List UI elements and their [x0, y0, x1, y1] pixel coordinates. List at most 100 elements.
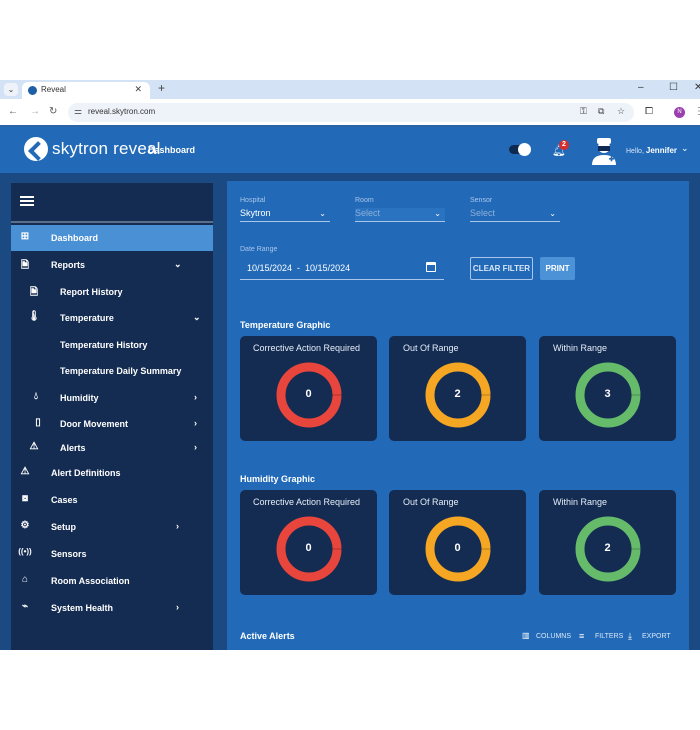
sidebar-item-setup[interactable]: ⚙︎ Setup ›	[11, 514, 213, 540]
sidebar-item-report-history[interactable]: 🗎 Report History	[11, 279, 213, 305]
filters-button[interactable]: FILTERS	[595, 633, 623, 640]
bookmark-star-icon[interactable]: ☆	[617, 106, 625, 117]
url-text[interactable]: reveal.skytron.com	[88, 107, 155, 116]
status-card[interactable]: Corrective Action Required 0	[240, 336, 377, 441]
columns-icon[interactable]: ▥	[522, 631, 530, 640]
app-header: skytron reveal Dashboard 🔔︎ 2 Hello, Jenn…	[0, 127, 700, 173]
minimize-button[interactable]: –	[638, 82, 644, 93]
warning-icon: ⚠︎	[20, 466, 30, 477]
chevron-right-icon: ›	[176, 602, 179, 612]
new-tab-button[interactable]: +	[158, 81, 165, 95]
sidebar-item-temperature[interactable]: 🌡︎ Temperature ⌄	[11, 305, 213, 331]
active-alerts-title: Active Alerts	[240, 631, 295, 641]
humidity-section-title: Humidity Graphic	[240, 474, 316, 484]
sidebar-item-humidity[interactable]: 💧︎ Humidity ›	[11, 385, 213, 411]
menu-kebab-icon[interactable]: ⋮	[694, 106, 700, 117]
chevron-down-icon: ⌄	[434, 209, 441, 218]
room-label: Room	[355, 197, 374, 204]
sidebar-item-alerts[interactable]: ⚠︎ Alerts ›	[11, 435, 213, 461]
extensions-icon[interactable]: ⧠	[645, 106, 653, 117]
tab-strip: ⌄ Reveal ✕ + – ☐ ✕	[0, 80, 700, 99]
hospital-value: Skytron	[240, 208, 271, 218]
report-icon: 🗎	[29, 287, 39, 298]
close-tab-icon[interactable]: ✕	[134, 84, 142, 95]
forward-button[interactable]: →	[30, 106, 40, 117]
sidebar-item-alert-definitions[interactable]: ⚠︎ Alert Definitions	[11, 460, 213, 486]
date-range-value: 10/15/2024 - 10/15/2024	[247, 263, 351, 273]
clear-filter-button[interactable]: CLEAR FILTER	[470, 257, 533, 280]
sidebar-label: Temperature	[60, 313, 114, 323]
card-label: Corrective Action Required	[253, 343, 361, 353]
favicon-icon	[28, 86, 37, 95]
browser-tab[interactable]: Reveal ✕	[22, 82, 150, 99]
reload-button[interactable]: ↻	[49, 106, 57, 117]
sensor-icon: ((•))	[18, 547, 32, 556]
gear-icon: ⚙︎	[20, 520, 30, 531]
install-app-icon[interactable]: ⧉	[598, 106, 604, 117]
chevron-right-icon: ›	[194, 442, 197, 452]
user-avatar-icon[interactable]	[591, 137, 617, 165]
sidebar-item-sensors[interactable]: ((•)) Sensors	[11, 541, 213, 567]
card-count: 2	[604, 542, 611, 554]
sensor-select[interactable]: Select ⌄	[470, 208, 560, 222]
export-icon[interactable]: ⤓	[628, 631, 632, 642]
sidebar-label: System Health	[51, 603, 114, 613]
chevron-right-icon: ›	[194, 392, 197, 402]
status-card[interactable]: Corrective Action Required 0	[240, 490, 377, 595]
maximize-button[interactable]: ☐	[669, 82, 678, 93]
status-card[interactable]: Within Range 3	[539, 336, 676, 441]
page-title: Dashboard	[148, 145, 196, 155]
site-info-icon[interactable]: ⚌	[74, 106, 82, 117]
card-count: 3	[604, 388, 611, 400]
status-card[interactable]: Within Range 2	[539, 490, 676, 595]
sidebar-label: Dashboard	[51, 233, 99, 243]
filter-icon[interactable]: ≡	[579, 631, 584, 641]
sidebar-item-temperature-daily-summary[interactable]: Temperature Daily Summary	[11, 358, 213, 384]
columns-button[interactable]: COLUMNS	[536, 633, 571, 640]
address-toolbar: ← → ↻ ⚌ reveal.skytron.com ⚿ ⧉ ☆ ⧠ N ⋮	[0, 99, 700, 127]
calendar-icon[interactable]	[426, 262, 436, 272]
status-card[interactable]: Out Of Range 2	[389, 336, 526, 441]
sidebar-label: Humidity	[60, 393, 99, 403]
card-label: Within Range	[553, 343, 608, 353]
chevron-down-icon: ⌄	[319, 209, 326, 218]
sidebar-label: Room Association	[51, 576, 130, 586]
sidebar-item-temperature-history[interactable]: Temperature History	[11, 332, 213, 358]
notification-badge: 2	[559, 140, 569, 150]
sidebar-label: Reports	[51, 260, 86, 270]
card-label: Out Of Range	[403, 497, 459, 507]
sidebar-item-dashboard[interactable]: ⊞ Dashboard	[11, 225, 213, 251]
tab-search-button[interactable]: ⌄	[4, 83, 18, 96]
sidebar-label: Temperature History	[60, 340, 148, 350]
close-window-button[interactable]: ✕	[694, 82, 700, 93]
status-card[interactable]: Out Of Range 0	[389, 490, 526, 595]
report-icon: 🗎	[20, 260, 30, 271]
sidebar-item-system-health[interactable]: ⌁ System Health ›	[11, 595, 213, 621]
theme-toggle[interactable]	[509, 143, 531, 156]
export-button[interactable]: EXPORT	[642, 633, 671, 640]
sidebar-item-cases[interactable]: ⧇ Cases	[11, 487, 213, 513]
room-select[interactable]: Select ⌄	[355, 208, 445, 222]
profile-avatar[interactable]: N	[674, 107, 685, 118]
print-button[interactable]: PRINT	[540, 257, 575, 280]
sidebar-item-door-movement[interactable]: ▯ Door Movement ›	[11, 411, 213, 437]
temperature-section-title: Temperature Graphic	[240, 320, 331, 330]
sensor-placeholder: Select	[470, 208, 496, 218]
thermometer-icon: 🌡︎	[27, 311, 41, 322]
active-alerts-toolbar: Active Alerts ▥ COLUMNS ≡ FILTERS ⤓ EXPO…	[240, 625, 677, 650]
sidebar-item-room-association[interactable]: ⌂ Room Association	[11, 568, 213, 594]
address-bar[interactable]: ⚌ reveal.skytron.com ⚿ ⧉ ☆	[68, 103, 634, 122]
user-greeting[interactable]: Hello, Jennifer	[626, 146, 677, 155]
sidebar-label: Temperature Daily Summary	[60, 366, 182, 376]
skytron-logo-icon[interactable]	[24, 137, 48, 161]
date-range-label: Date Range	[240, 246, 278, 253]
password-key-icon[interactable]: ⚿	[580, 106, 587, 117]
hospital-select[interactable]: Skytron ⌄	[240, 208, 330, 222]
sidebar-label: Sensors	[51, 549, 87, 559]
hamburger-menu-icon[interactable]	[20, 196, 34, 206]
date-range-input[interactable]: 10/15/2024 - 10/15/2024	[240, 260, 444, 280]
user-menu-chevron-icon[interactable]: ⌄	[681, 143, 689, 154]
card-count: 0	[305, 542, 312, 554]
sidebar-item-reports[interactable]: 🗎 Reports ⌄	[11, 252, 213, 278]
back-button[interactable]: ←	[8, 106, 18, 117]
